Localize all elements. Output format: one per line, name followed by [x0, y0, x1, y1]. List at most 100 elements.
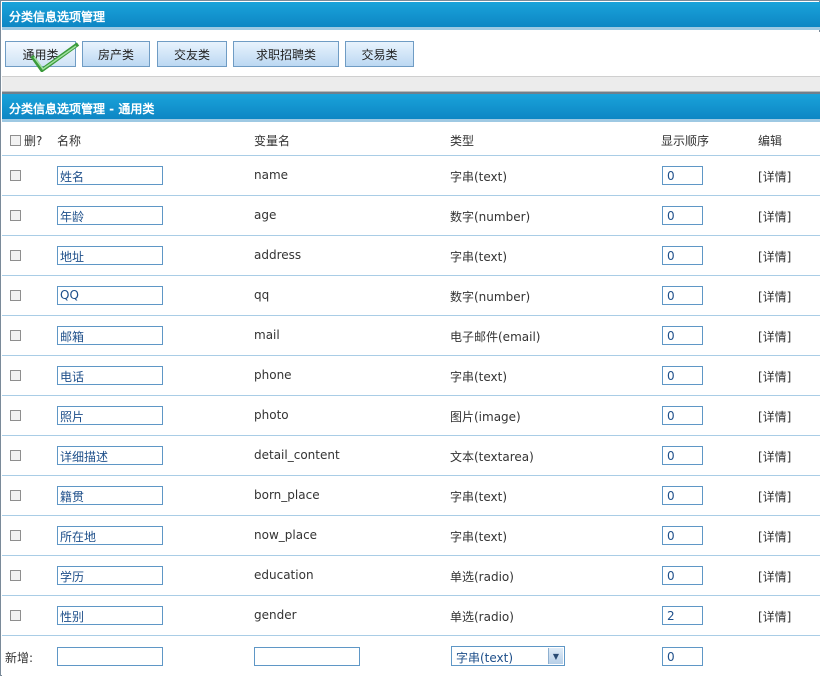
varname-cell: gender — [254, 608, 297, 622]
varname-cell: mail — [254, 328, 280, 342]
type-cell: 图片(image) — [450, 410, 521, 424]
order-field[interactable]: 0 — [662, 166, 703, 185]
tab-realestate[interactable]: 房产类 — [82, 41, 150, 67]
name-field[interactable]: 电话 — [57, 366, 163, 385]
window-frame: 分类信息选项管理 通用类 房产类 交友类 求职招聘类 交易类 分类信息选项管理 … — [0, 0, 820, 676]
category-tabs: 通用类 房产类 交友类 求职招聘类 交易类 — [2, 32, 820, 76]
delete-checkbox[interactable] — [10, 610, 21, 621]
name-field[interactable]: 照片 — [57, 406, 163, 425]
varname-cell: name — [254, 168, 289, 182]
table-row: 详细描述 detail_content 文本(textarea) 0 [详情] — [2, 436, 820, 476]
detail-link[interactable]: [详情] — [758, 448, 791, 465]
table-row: 照片 photo 图片(image) 0 [详情] — [2, 396, 820, 436]
detail-link[interactable]: [详情] — [758, 288, 791, 305]
varname-cell: now_place — [254, 528, 318, 542]
order-field[interactable]: 0 — [662, 366, 703, 385]
detail-link[interactable]: [详情] — [758, 608, 791, 625]
order-field[interactable]: 0 — [662, 566, 703, 585]
delete-checkbox[interactable] — [10, 170, 21, 181]
tab-general[interactable]: 通用类 — [5, 41, 76, 67]
new-order-input[interactable]: 0 — [662, 647, 703, 666]
type-cell: 字串(text) — [450, 530, 508, 544]
tab-dating[interactable]: 交友类 — [157, 41, 227, 67]
section-title: 分类信息选项管理 - 通用类 — [9, 102, 155, 116]
detail-link[interactable]: [详情] — [758, 568, 791, 585]
table-row: 地址 address 字串(text) 0 [详情] — [2, 236, 820, 276]
delete-checkbox[interactable] — [10, 450, 21, 461]
name-field[interactable]: 性别 — [57, 606, 163, 625]
name-field[interactable]: 姓名 — [57, 166, 163, 185]
order-field[interactable]: 0 — [662, 446, 703, 465]
delete-checkbox[interactable] — [10, 370, 21, 381]
order-field[interactable]: 0 — [662, 286, 703, 305]
order-field[interactable]: 0 — [662, 326, 703, 345]
detail-link[interactable]: [详情] — [758, 248, 791, 265]
detail-link[interactable]: [详情] — [758, 168, 791, 185]
type-cell: 字串(text) — [450, 250, 508, 264]
tab-trade[interactable]: 交易类 — [345, 41, 414, 67]
select-all-checkbox[interactable] — [10, 135, 21, 146]
detail-link[interactable]: [详情] — [758, 368, 791, 385]
order-field[interactable]: 0 — [662, 246, 703, 265]
type-cell: 字串(text) — [450, 370, 508, 384]
delete-checkbox[interactable] — [10, 570, 21, 581]
table-row: 年龄 age 数字(number) 0 [详情] — [2, 196, 820, 236]
type-cell: 文本(textarea) — [450, 450, 534, 464]
order-field[interactable]: 0 — [662, 486, 703, 505]
delete-checkbox[interactable] — [10, 410, 21, 421]
page-title: 分类信息选项管理 — [9, 10, 106, 24]
type-cell: 数字(number) — [450, 290, 531, 304]
delete-checkbox[interactable] — [10, 290, 21, 301]
type-cell: 单选(radio) — [450, 610, 514, 624]
delete-checkbox[interactable] — [10, 250, 21, 261]
name-field[interactable]: 详细描述 — [57, 446, 163, 465]
detail-link[interactable]: [详情] — [758, 488, 791, 505]
varname-cell: age — [254, 208, 277, 222]
name-field[interactable]: 所在地 — [57, 526, 163, 545]
delete-checkbox[interactable] — [10, 490, 21, 501]
new-varname-input[interactable] — [254, 647, 360, 666]
detail-link[interactable]: [详情] — [758, 328, 791, 345]
new-type-select[interactable]: 字串(text) ▼ — [451, 646, 565, 666]
name-field[interactable]: 籍贯 — [57, 486, 163, 505]
delete-checkbox[interactable] — [10, 210, 21, 221]
order-field[interactable]: 0 — [662, 406, 703, 425]
tab-jobs[interactable]: 求职招聘类 — [233, 41, 339, 67]
col-header-type: 类型 — [450, 134, 475, 148]
delete-checkbox[interactable] — [10, 330, 21, 341]
type-cell: 电子邮件(email) — [450, 330, 541, 344]
detail-link[interactable]: [详情] — [758, 208, 791, 225]
new-type-selected: 字串(text) — [456, 651, 514, 665]
col-header-delete: 删? — [24, 134, 43, 148]
varname-cell: education — [254, 568, 314, 582]
table-row: 籍贯 born_place 字串(text) 0 [详情] — [2, 476, 820, 516]
chevron-down-icon[interactable]: ▼ — [548, 648, 563, 664]
type-cell: 字串(text) — [450, 170, 508, 184]
delete-checkbox[interactable] — [10, 530, 21, 541]
varname-cell: photo — [254, 408, 289, 422]
varname-cell: born_place — [254, 488, 320, 502]
name-field[interactable]: 年龄 — [57, 206, 163, 225]
new-name-input[interactable] — [57, 647, 163, 666]
name-field[interactable]: QQ — [57, 286, 163, 305]
col-header-name: 名称 — [57, 134, 82, 148]
name-field[interactable]: 地址 — [57, 246, 163, 265]
detail-link[interactable]: [详情] — [758, 528, 791, 545]
order-field[interactable]: 0 — [662, 526, 703, 545]
table-row: 所在地 now_place 字串(text) 0 [详情] — [2, 516, 820, 556]
detail-link[interactable]: [详情] — [758, 408, 791, 425]
order-field[interactable]: 2 — [662, 606, 703, 625]
table-row: 学历 education 单选(radio) 0 [详情] — [2, 556, 820, 596]
top-header-bar: 分类信息选项管理 — [2, 2, 820, 30]
type-cell: 字串(text) — [450, 490, 508, 504]
name-field[interactable]: 学历 — [57, 566, 163, 585]
col-header-edit: 编辑 — [758, 134, 783, 148]
varname-cell: qq — [254, 288, 270, 302]
order-field[interactable]: 0 — [662, 206, 703, 225]
table-row: QQ qq 数字(number) 0 [详情] — [2, 276, 820, 316]
new-option-row: 新增: 字串(text) ▼ 0 — [2, 636, 820, 676]
varname-cell: detail_content — [254, 448, 340, 462]
name-field[interactable]: 邮箱 — [57, 326, 163, 345]
table-header: 删? 名称 变量名 类型 显示顺序 编辑 — [2, 122, 820, 156]
col-header-varname: 变量名 — [254, 134, 291, 148]
